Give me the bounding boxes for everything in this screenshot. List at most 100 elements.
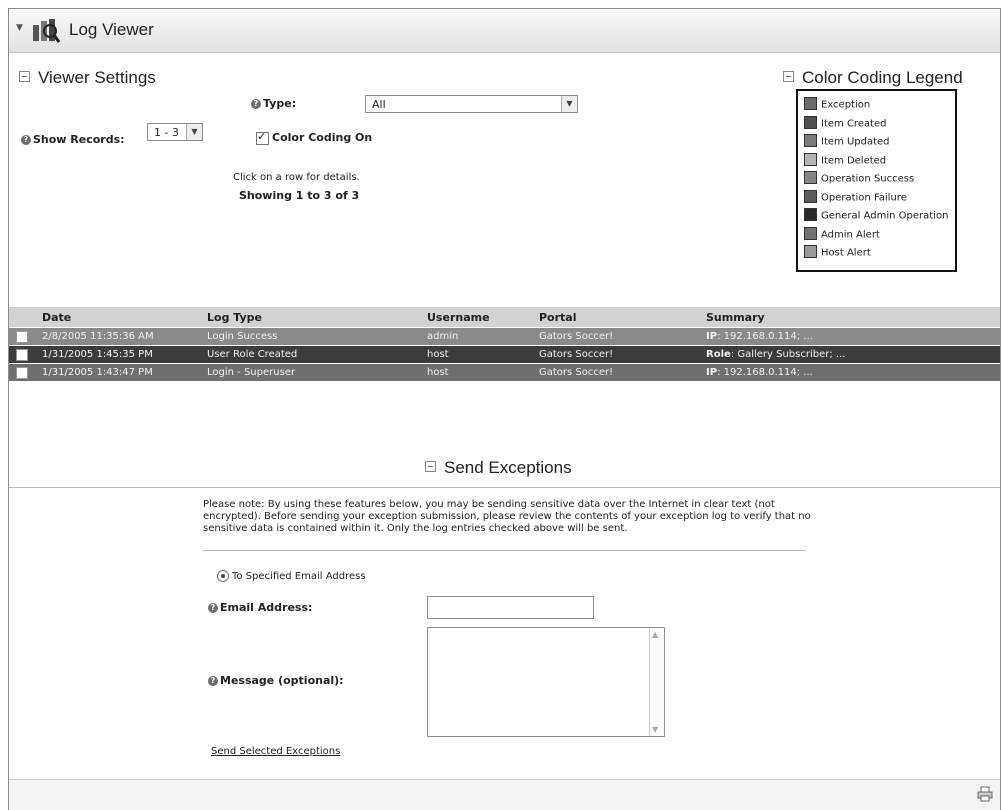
send-selected-exceptions-link-wrap: Send Selected Exceptions [211,744,340,757]
email-radio[interactable] [217,570,229,582]
collapse-arrow-icon[interactable]: ▼ [16,23,23,33]
row-portal: Gators Soccer! [539,349,614,360]
email-radio-option[interactable]: To Specified Email Address [217,570,366,582]
section-divider [9,487,1000,488]
show-records-label: ? Show Records: [21,133,125,146]
collapse-section-icon[interactable] [783,71,794,83]
module-title-bar: ▼ Log Viewer [9,9,1000,53]
color-coding-legend: Exception Item Created Item Updated Item De… [796,89,957,272]
chevron-down-icon[interactable]: ▼ [561,96,577,112]
message-textarea[interactable]: ▲ ▼ [427,627,665,737]
legend-color-swatch [804,152,817,166]
log-table-header: Date Log Type Username Portal Summary [9,307,1000,327]
row-date: 2/8/2005 11:35:36 AM [42,331,154,342]
legend-color-swatch [804,226,817,240]
column-header-log-type[interactable]: Log Type [207,311,262,324]
help-icon[interactable]: ? [208,603,218,613]
legend-item: Operation Success [804,171,955,191]
row-date: 1/31/2005 1:43:47 PM [42,367,153,378]
row-summary: IP: 192.168.0.114; ... [706,331,813,342]
chevron-down-icon[interactable]: ▼ [186,124,202,140]
help-icon[interactable]: ? [21,135,31,145]
collapse-section-icon[interactable] [425,461,436,473]
send-exceptions-heading[interactable]: Send Exceptions [425,458,572,478]
row-log-type: User Role Created [207,349,298,360]
scroll-up-icon[interactable]: ▲ [652,630,658,639]
click-hint: Click on a row for details. [233,172,360,183]
sensitive-data-note: Please note: By using these features bel… [203,499,811,534]
row-username: admin [427,331,459,342]
row-log-type: Login - Superuser [207,367,296,378]
email-address-label: ? Email Address: [208,601,312,614]
legend-item: Operation Failure [804,189,955,210]
legend-color-swatch [804,171,817,184]
help-icon[interactable]: ? [208,676,218,686]
table-row[interactable]: 1/31/2005 1:45:35 PM User Role Created h… [9,346,1000,363]
color-coding-option[interactable]: Color Coding On [256,130,373,145]
row-summary: Role: Gallery Subscriber; ... [706,349,846,360]
show-records-select[interactable]: 1 - 3 ▼ [147,123,203,141]
color-coding-checkbox[interactable] [256,130,269,145]
note-divider [203,550,806,551]
legend-item-label: Operation Success [821,173,915,185]
color-coding-label: Color Coding On [272,131,373,144]
legend-item: Item Updated [804,134,955,154]
message-label: ? Message (optional): [208,674,344,687]
legend-item: Host Alert [804,245,955,265]
row-date: 1/31/2005 1:45:35 PM [42,349,153,360]
email-radio-label: To Specified Email Address [232,571,366,582]
send-selected-exceptions-link[interactable]: Send Selected Exceptions [211,746,340,757]
legend-item-label: Admin Alert [821,229,880,240]
type-label: ? Type: [251,97,296,110]
legend-item: General Admin Operation [804,208,955,228]
collapse-section-icon[interactable] [19,71,30,83]
legend-color-swatch [804,115,817,129]
legend-color-swatch [804,208,817,221]
log-viewer-icon [33,19,61,43]
legend-item-label: Item Deleted [821,155,887,166]
type-select[interactable]: All ▼ [365,95,578,113]
log-viewer-module: ▼ Log Viewer Viewer Settings ? Type: All … [8,8,1001,810]
row-username: host [427,349,449,360]
row-username: host [427,367,449,378]
type-select-value: All [372,98,386,111]
show-records-value: 1 - 3 [154,126,179,139]
row-portal: Gators Soccer! [539,331,614,342]
scroll-down-icon[interactable]: ▼ [652,725,658,734]
help-icon[interactable]: ? [251,99,261,109]
legend-item: Item Deleted [804,152,955,173]
row-checkbox[interactable] [16,367,28,379]
viewer-settings-heading[interactable]: Viewer Settings [19,68,156,88]
legend-item-label: General Admin Operation [821,210,949,222]
column-header-username[interactable]: Username [427,311,490,324]
legend-color-swatch [804,134,817,147]
row-log-type: Login Success [207,331,278,342]
row-summary: IP: 192.168.0.114; ... [706,367,813,378]
table-row[interactable]: 2/8/2005 11:35:36 AM Login Success admin… [9,328,1000,345]
row-checkbox[interactable] [16,331,28,343]
legend-item-label: Host Alert [821,247,871,259]
row-portal: Gators Soccer! [539,367,614,378]
print-icon[interactable] [977,786,993,802]
textarea-scrollbar[interactable]: ▲ ▼ [649,628,664,736]
column-header-portal[interactable]: Portal [539,311,577,324]
legend-color-swatch [804,245,817,258]
table-row[interactable]: 1/31/2005 1:43:47 PM Login - Superuser h… [9,364,1000,381]
column-header-date[interactable]: Date [42,311,71,324]
legend-heading[interactable]: Color Coding Legend [783,68,963,88]
row-checkbox[interactable] [16,349,28,361]
legend-item: Exception [804,97,955,117]
legend-color-swatch [804,189,817,203]
module-footer [9,779,1000,810]
legend-color-swatch [804,97,817,110]
legend-item-label: Exception [821,99,871,111]
column-header-summary[interactable]: Summary [706,311,765,324]
legend-item-label: Item Created [821,118,887,129]
module-title: Log Viewer [69,20,154,39]
email-address-input[interactable] [427,596,594,619]
legend-item: Item Created [804,115,955,136]
showing-count: Showing 1 to 3 of 3 [239,189,360,202]
legend-item-label: Operation Failure [821,192,907,203]
legend-item: Admin Alert [804,226,955,247]
legend-item-label: Item Updated [821,136,890,148]
